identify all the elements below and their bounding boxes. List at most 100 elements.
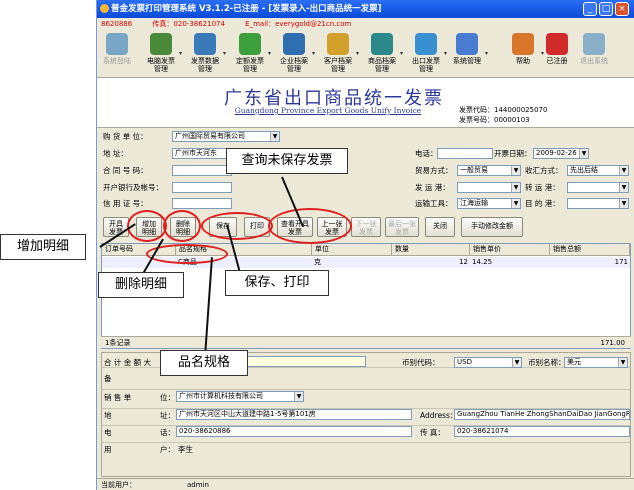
invoice-subtitle: Guangdong Province Export Goods Unify In… <box>234 106 422 115</box>
chevron-down-icon[interactable]: ▾ <box>223 50 226 57</box>
toolbar-export-button[interactable]: 出口发票 管理 <box>406 33 446 77</box>
credit-label: 信 用 证 号： <box>103 199 148 208</box>
seller-address-field[interactable]: 广州市天河区中山大道建中路1-5号第101房 <box>176 409 412 420</box>
toolbar-quota-button[interactable]: 定额发票 管理 <box>230 33 270 77</box>
chevron-down-icon[interactable]: ▼ <box>511 199 520 208</box>
chevron-down-icon[interactable]: ▾ <box>268 50 271 57</box>
manual-amount-button[interactable]: 手动修改金额 <box>461 217 523 237</box>
toolbar-data-button[interactable]: 发票数据 管理 <box>185 33 225 77</box>
buyer-name-label: 购 货 单 位： <box>103 132 148 141</box>
close-window-button[interactable]: × <box>615 2 629 16</box>
chevron-down-icon[interactable]: ▾ <box>179 50 182 57</box>
seller-fax-field[interactable]: 020-38621074 <box>454 426 630 437</box>
toolbar-label: 系统登陆 <box>103 57 131 65</box>
toolbar-registered-button[interactable]: 已注册 <box>537 33 577 77</box>
chevron-down-icon[interactable]: ▼ <box>511 166 520 175</box>
cell-total[interactable]: 171 <box>550 257 628 268</box>
dest-port-label: 目 的 港： <box>525 199 560 208</box>
credit-field[interactable] <box>172 198 232 209</box>
transfer-port-label: 转 运 港： <box>525 183 560 192</box>
cell-price[interactable]: 14.25 <box>470 257 550 268</box>
ship-from-select[interactable]: ▼ <box>457 182 521 193</box>
buyer-address-field[interactable]: 广州市天河东 <box>172 148 232 159</box>
chevron-down-icon[interactable]: ▼ <box>294 392 303 401</box>
minimize-button[interactable]: _ <box>583 2 597 16</box>
seller-select[interactable]: 广州市计算机科技有限公司 ▼ <box>176 391 304 402</box>
callout-view-unsaved: 查询未保存发票 <box>226 148 348 174</box>
col-header-total[interactable]: 销售总额 <box>550 244 630 256</box>
highlight-delete-detail <box>163 210 201 242</box>
user-label: 用 <box>104 445 112 454</box>
current-user-value: admin <box>187 481 209 489</box>
remark-label: 备 <box>104 374 112 383</box>
col-header-price[interactable]: 销售单价 <box>470 244 550 256</box>
cell-unit[interactable]: 克 <box>312 257 392 268</box>
callout-delete-detail: 删除明细 <box>98 272 184 298</box>
registered-icon <box>546 33 568 55</box>
last-invoice-button[interactable]: 最后一张 发票 <box>385 217 419 237</box>
toolbar-login-button[interactable]: 系统登陆 <box>97 33 137 77</box>
toolbar-label: 商品档案 管理 <box>368 57 396 73</box>
toolbar-product-button[interactable]: 商品档案 管理 <box>362 33 402 77</box>
next-invoice-button[interactable]: 下一张 发票 <box>351 217 381 237</box>
toolbar-customer-button[interactable]: 客户档案 管理 <box>318 33 358 77</box>
buyer-name-field[interactable]: 广州国际贸易有限公司 ▼ <box>172 131 280 142</box>
help-icon <box>512 33 534 55</box>
date-field[interactable]: 2009-02-26 ▼ <box>533 148 589 159</box>
currency-name-select[interactable]: 美元 ▼ <box>564 357 628 368</box>
chevron-down-icon[interactable]: ▾ <box>312 50 315 57</box>
toolbar-label: 电脑发票 管理 <box>147 57 175 73</box>
callout-save-print: 保存、打印 <box>225 270 329 296</box>
chevron-down-icon[interactable]: ▼ <box>618 358 627 367</box>
maximize-button[interactable]: □ <box>599 2 613 16</box>
toolbar-company-button[interactable]: 企业档案 管理 <box>274 33 314 77</box>
chevron-down-icon[interactable]: ▼ <box>270 132 279 141</box>
address-en-label: Address： <box>420 411 458 420</box>
transfer-port-select[interactable]: ▼ <box>567 182 629 193</box>
chevron-down-icon[interactable]: ▾ <box>485 50 488 57</box>
chevron-down-icon[interactable]: ▾ <box>400 50 403 57</box>
phone-field[interactable] <box>437 148 493 159</box>
toolbar-invoice-button[interactable]: 电脑发票 管理 <box>141 33 181 77</box>
transport-select[interactable]: 江海运输 ▼ <box>457 198 521 209</box>
highlight-save-print <box>201 212 273 240</box>
product-icon <box>371 33 393 55</box>
col-header-qty[interactable]: 数量 <box>392 244 470 256</box>
toolbar-label: 定额发票 管理 <box>236 57 264 73</box>
current-user-label: 当前用户： <box>101 481 136 489</box>
transport-label: 运输工具： <box>415 199 453 208</box>
toolbar-label: 系统管理 <box>453 57 481 65</box>
trade-mode-select[interactable]: 一般贸易 ▼ <box>457 165 521 176</box>
settle-mode-label: 收汇方式： <box>525 166 563 175</box>
chevron-down-icon[interactable]: ▼ <box>619 183 628 192</box>
chevron-down-icon[interactable]: ▼ <box>619 199 628 208</box>
ship-from-label: 发 运 港： <box>415 183 450 192</box>
chevron-down-icon[interactable]: ▼ <box>512 358 521 367</box>
seller-address-label: 地 <box>104 411 112 420</box>
chevron-down-icon[interactable]: ▼ <box>579 149 588 158</box>
chevron-down-icon[interactable]: ▼ <box>511 183 520 192</box>
status-bar: 当前用户： admin <box>97 478 634 490</box>
cell-qty[interactable]: 12 <box>392 257 468 268</box>
seller-label-suffix: 位： <box>160 393 175 402</box>
dest-port-select[interactable]: ▼ <box>567 198 629 209</box>
seller-phone-label-suffix: 话： <box>160 428 175 437</box>
close-button[interactable]: 关闭 <box>425 217 455 237</box>
toolbar-label: 出口发票 管理 <box>412 57 440 73</box>
contract-field[interactable] <box>172 165 232 176</box>
settle-mode-select[interactable]: 先出后结 ▼ <box>567 165 629 176</box>
callout-add-detail: 增加明细 <box>0 234 86 260</box>
user-label-suffix: 户： <box>160 445 175 454</box>
currency-name-label: 币别名称： <box>528 358 566 367</box>
contact-info-bar: 8620886 传真：020-38621074 E_mail：everygold… <box>97 18 634 30</box>
seller-phone-field[interactable]: 020-38620886 <box>176 426 412 437</box>
toolbar-settings-button[interactable]: 系统管理 <box>447 33 487 77</box>
col-header-unit[interactable]: 单位 <box>312 244 392 256</box>
address-en-field[interactable]: GuangZhou TianHe ZhongShanDaiDao JianGon… <box>454 409 630 420</box>
currency-code-select[interactable]: USD ▼ <box>454 357 522 368</box>
chevron-down-icon[interactable]: ▼ <box>619 166 628 175</box>
bank-field[interactable] <box>172 182 232 193</box>
toolbar-exit-button[interactable]: 退出系统 <box>574 33 614 77</box>
invoice-number: 发票号码：00000103 <box>459 116 530 124</box>
chevron-down-icon[interactable]: ▾ <box>356 50 359 57</box>
